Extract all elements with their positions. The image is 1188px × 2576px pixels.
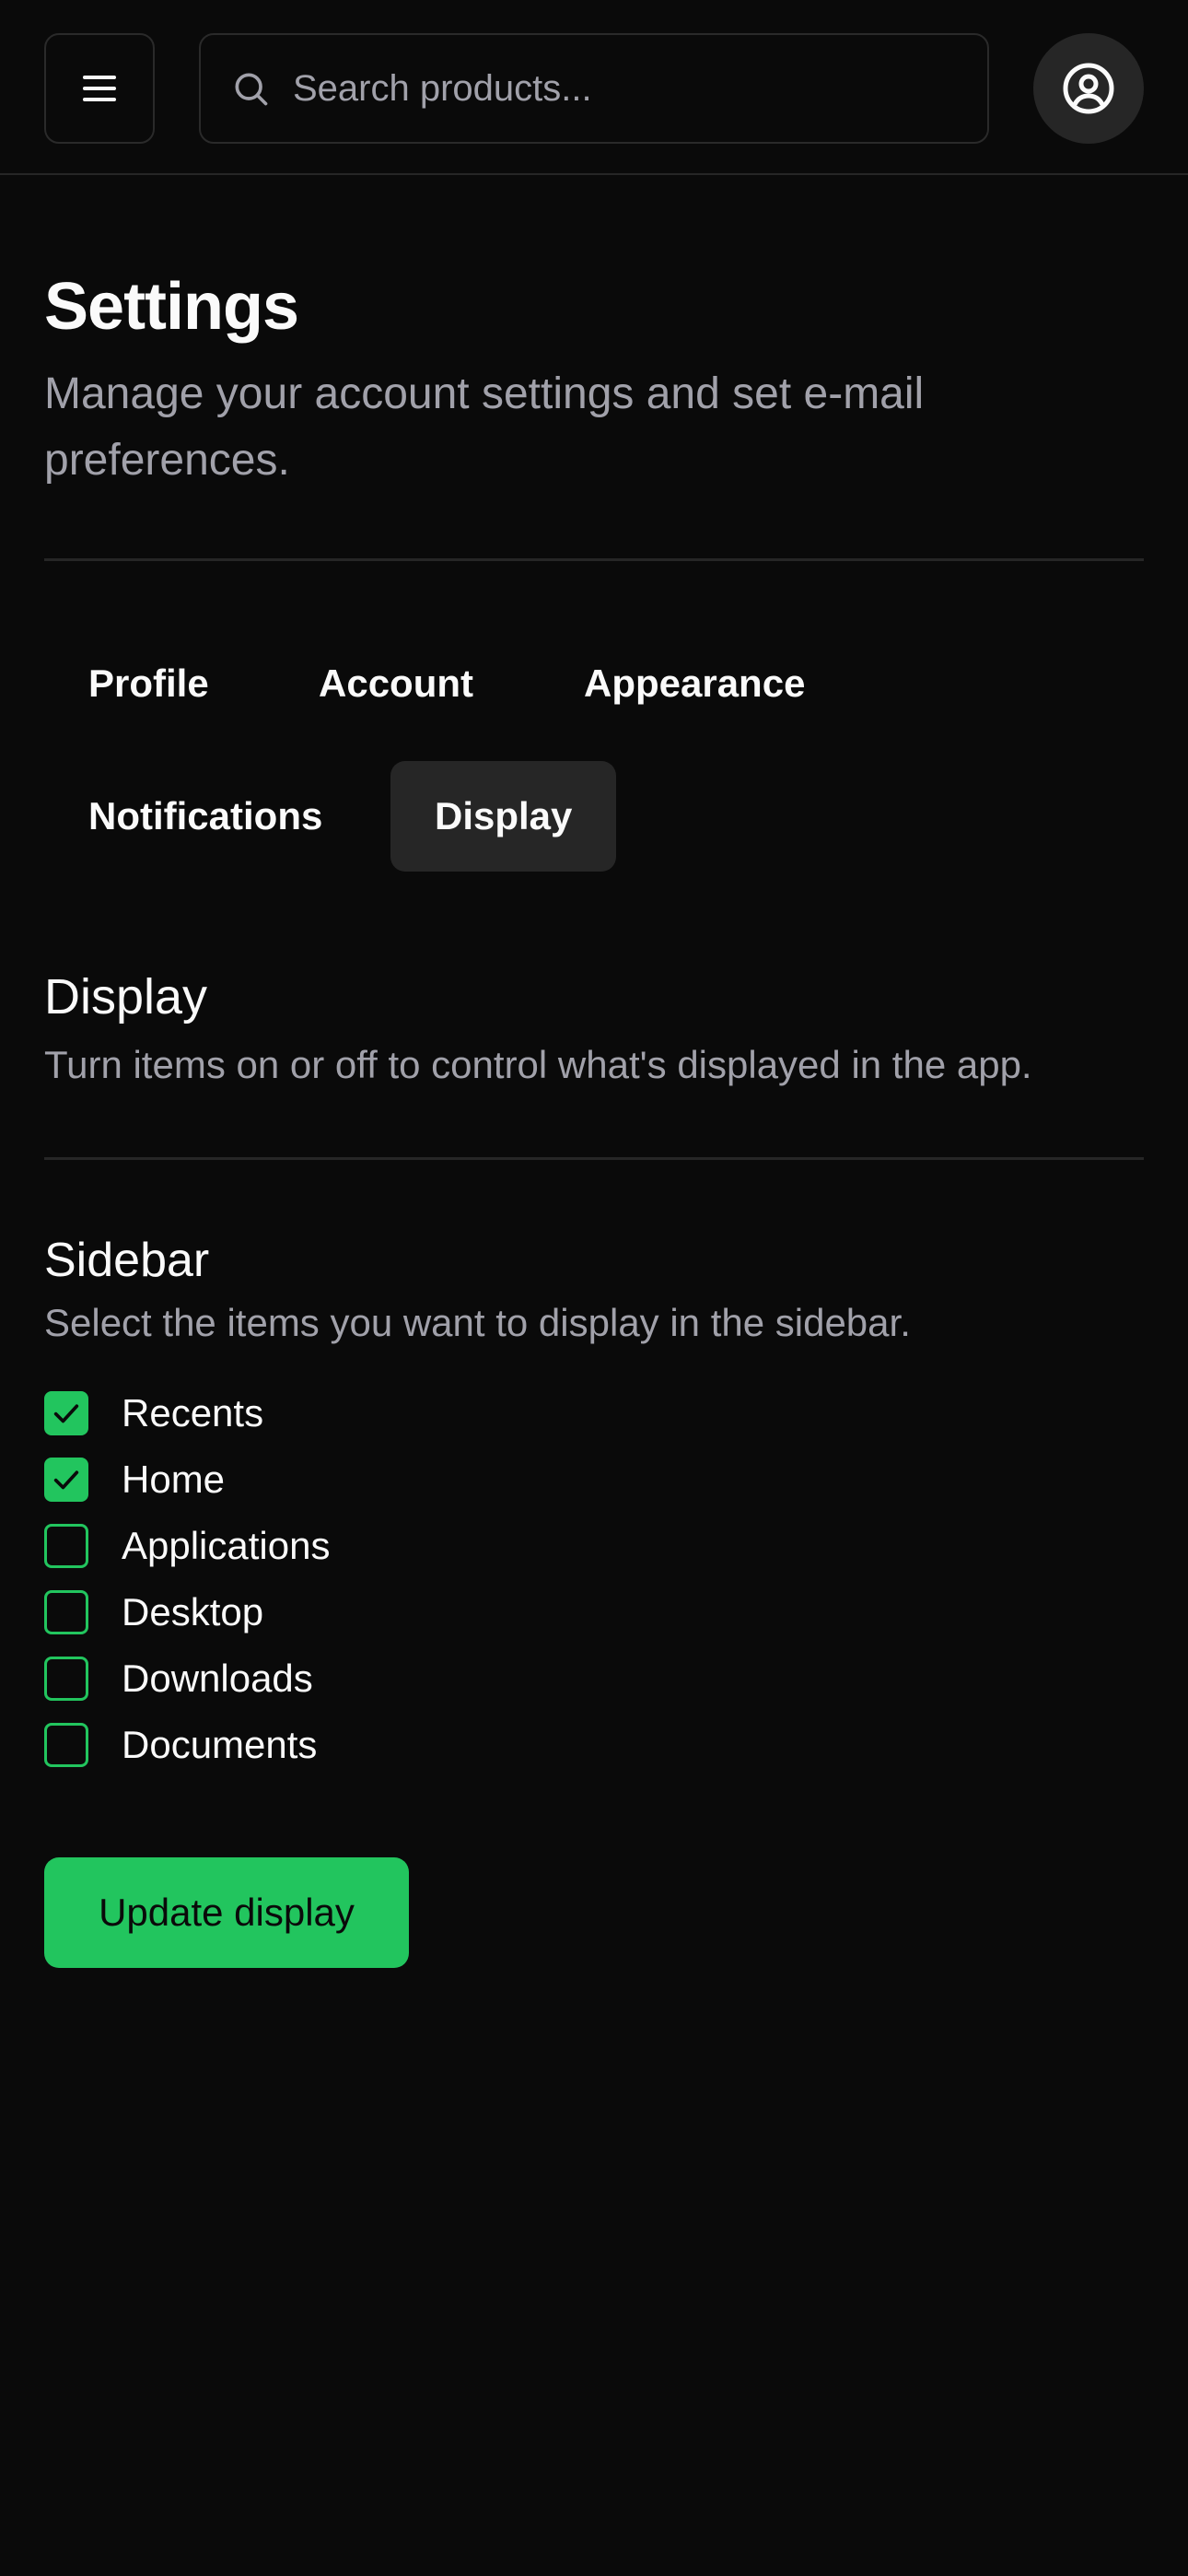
section-divider: [44, 1157, 1144, 1160]
check-icon: [53, 1470, 79, 1490]
sidebar-option-home[interactable]: Home: [44, 1456, 225, 1504]
sidebar-option-documents[interactable]: Documents: [44, 1721, 317, 1769]
sidebar-title: Sidebar: [44, 1234, 210, 1287]
hamburger-menu-icon: [83, 76, 116, 101]
page-title: Settings: [44, 270, 299, 344]
checkbox-home[interactable]: [44, 1458, 88, 1502]
checkbox-applications[interactable]: [44, 1524, 88, 1568]
option-label: Recents: [122, 1391, 264, 1434]
sidebar-option-downloads[interactable]: Downloads: [44, 1655, 313, 1703]
sidebar-option-desktop[interactable]: Desktop: [44, 1588, 263, 1636]
sidebar-option-applications[interactable]: Applications: [44, 1522, 330, 1570]
display-title: Display: [44, 969, 208, 1025]
sidebar-description: Select the items you want to display in …: [44, 1301, 911, 1344]
search-input[interactable]: [291, 66, 936, 111]
display-description: Turn items on or off to control what's d…: [44, 1043, 1032, 1086]
header-divider: [44, 558, 1144, 561]
tab-display[interactable]: Display: [390, 761, 617, 872]
checkbox-recents[interactable]: [44, 1391, 88, 1435]
update-display-button[interactable]: Update display: [44, 1857, 409, 1968]
user-circle-icon: [1063, 63, 1114, 114]
check-icon: [53, 1404, 79, 1423]
option-label: Applications: [122, 1524, 331, 1567]
tab-notifications[interactable]: Notifications: [44, 761, 367, 872]
option-label: Documents: [122, 1723, 318, 1766]
checkbox-desktop[interactable]: [44, 1590, 88, 1634]
user-avatar-button[interactable]: [1033, 33, 1144, 144]
sidebar-option-recents[interactable]: Recents: [44, 1389, 263, 1437]
tab-appearance[interactable]: Appearance: [540, 628, 849, 739]
page-subtitle: Manage your account settings and set e-m…: [44, 369, 925, 485]
checkbox-downloads[interactable]: [44, 1657, 88, 1701]
top-bar: [0, 0, 1188, 175]
search-box[interactable]: [199, 33, 989, 144]
search-icon: [235, 73, 268, 106]
option-label: Home: [122, 1458, 226, 1501]
option-label: Downloads: [122, 1657, 313, 1700]
menu-button[interactable]: [44, 33, 155, 144]
checkbox-documents[interactable]: [44, 1723, 88, 1767]
option-label: Desktop: [122, 1590, 264, 1633]
tab-profile[interactable]: Profile: [44, 628, 253, 739]
tab-account[interactable]: Account: [274, 628, 518, 739]
